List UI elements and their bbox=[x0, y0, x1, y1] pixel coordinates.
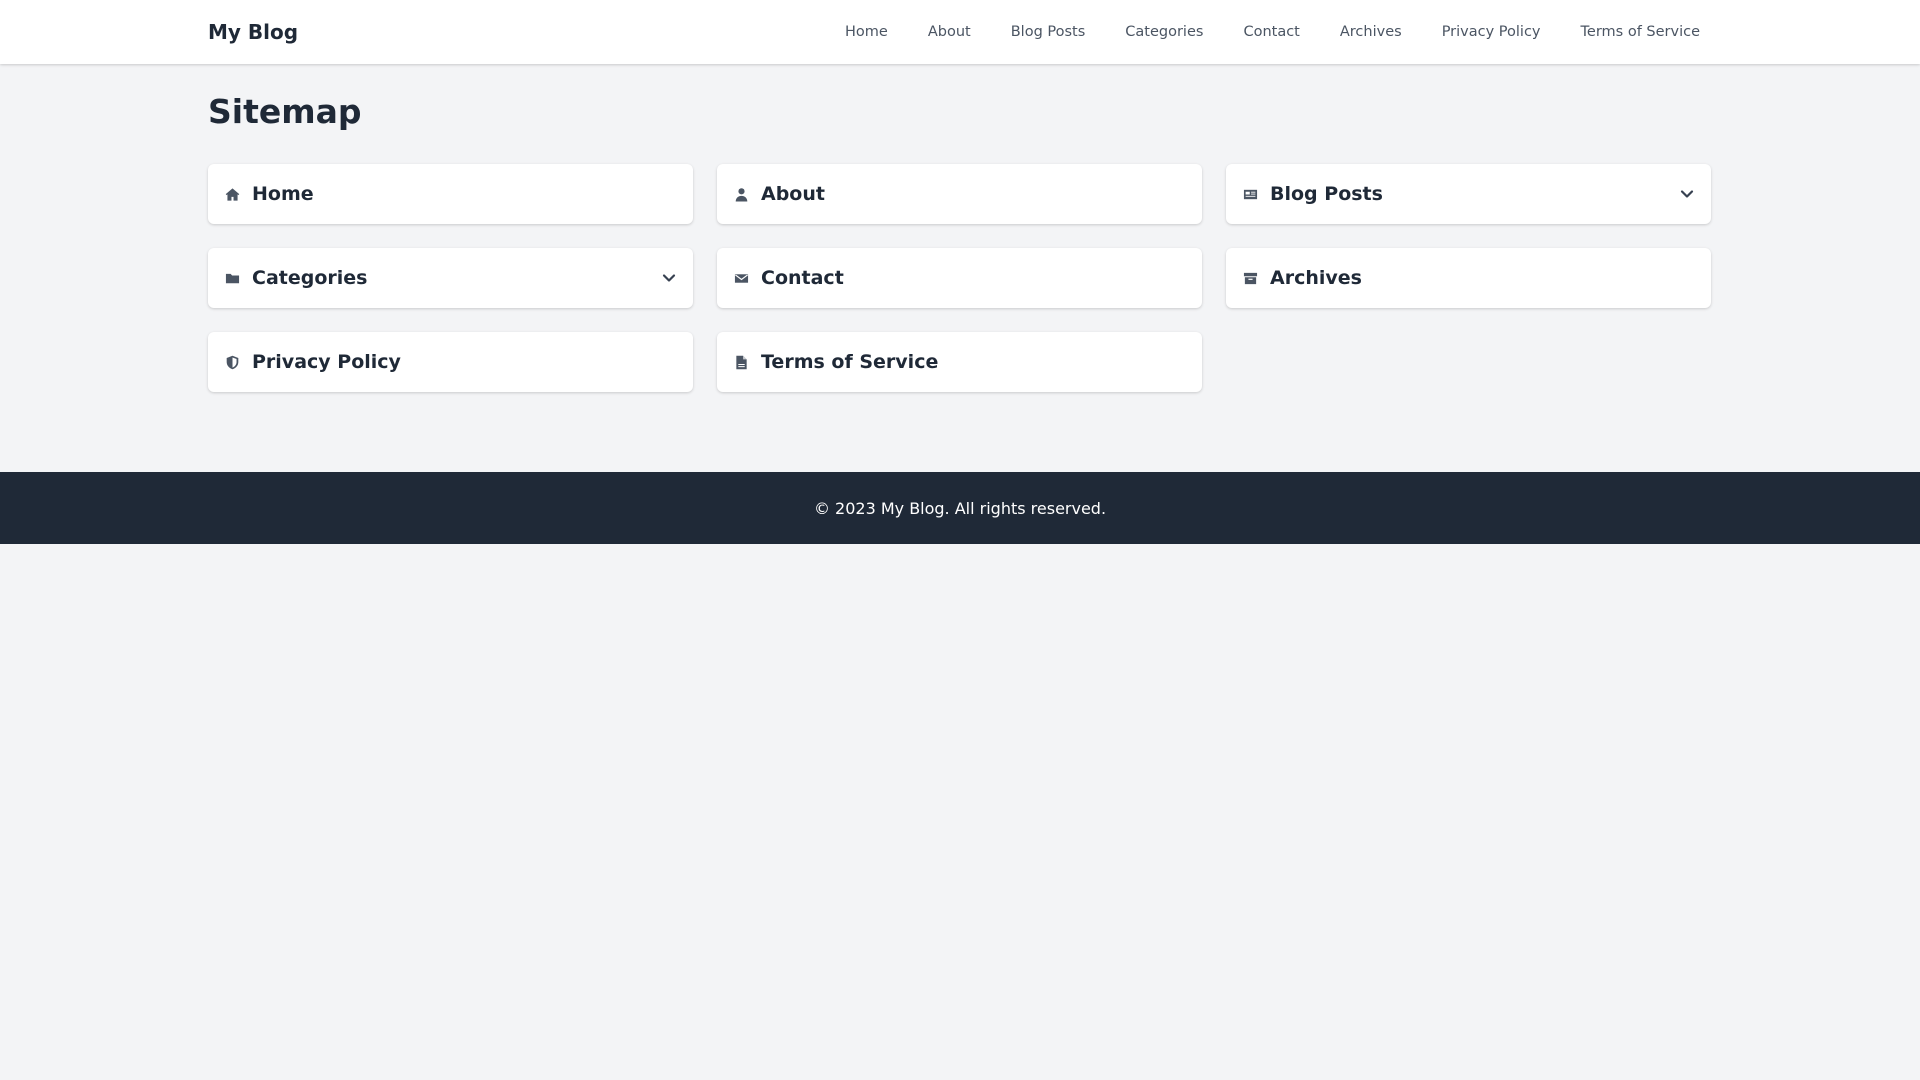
footer-copyright: © 2023 My Blog. All rights reserved. bbox=[813, 498, 1107, 518]
archive-icon bbox=[1242, 270, 1258, 286]
nav-link-contact[interactable]: Contact bbox=[1231, 0, 1311, 64]
sitemap-card-home[interactable]: Home bbox=[208, 164, 693, 224]
card-label: About bbox=[761, 183, 825, 205]
user-icon bbox=[733, 186, 749, 202]
sitemap-card-contact[interactable]: Contact bbox=[717, 248, 1202, 308]
brand-logo-link[interactable]: My Blog bbox=[208, 0, 298, 64]
chevron-down-icon[interactable] bbox=[661, 270, 677, 286]
sitemap-card-categories[interactable]: Categories bbox=[208, 248, 693, 308]
nav-link-about[interactable]: About bbox=[916, 0, 983, 64]
chevron-down-icon[interactable] bbox=[1679, 186, 1695, 202]
card-label: Archives bbox=[1270, 267, 1362, 289]
sitemap-card-archives[interactable]: Archives bbox=[1226, 248, 1711, 308]
shield-icon bbox=[224, 354, 240, 370]
sitemap-card-blog-posts[interactable]: Blog Posts bbox=[1226, 164, 1711, 224]
page-title: Sitemap bbox=[208, 92, 362, 131]
nav-link-privacy-policy[interactable]: Privacy Policy bbox=[1430, 0, 1553, 64]
sitemap-card-about[interactable]: About bbox=[717, 164, 1202, 224]
nav-link-terms-of-service[interactable]: Terms of Service bbox=[1569, 0, 1712, 64]
nav-link-blog-posts[interactable]: Blog Posts bbox=[999, 0, 1098, 64]
nav-link-archives[interactable]: Archives bbox=[1328, 0, 1414, 64]
envelope-icon bbox=[733, 270, 749, 286]
card-label: Contact bbox=[761, 267, 844, 289]
nav-link-categories[interactable]: Categories bbox=[1113, 0, 1215, 64]
page-footer: © 2023 My Blog. All rights reserved. bbox=[0, 472, 1920, 544]
sitemap-card-terms-of-service[interactable]: Terms of Service bbox=[717, 332, 1202, 392]
main-nav: Home About Blog Posts Categories Contact… bbox=[833, 0, 1712, 64]
card-label: Categories bbox=[252, 267, 368, 289]
card-label: Blog Posts bbox=[1270, 183, 1383, 205]
nav-link-home[interactable]: Home bbox=[833, 0, 900, 64]
home-icon bbox=[224, 186, 240, 202]
sitemap-card-privacy-policy[interactable]: Privacy Policy bbox=[208, 332, 693, 392]
card-label: Privacy Policy bbox=[252, 351, 401, 373]
document-icon bbox=[733, 354, 749, 370]
card-label: Terms of Service bbox=[761, 351, 939, 373]
top-navbar: My Blog Home About Blog Posts Categories… bbox=[0, 0, 1920, 64]
newspaper-icon bbox=[1242, 186, 1258, 202]
card-label: Home bbox=[252, 183, 314, 205]
folder-icon bbox=[224, 270, 240, 286]
sitemap-grid: Home About Blog Posts Categories Contact bbox=[208, 164, 1712, 392]
